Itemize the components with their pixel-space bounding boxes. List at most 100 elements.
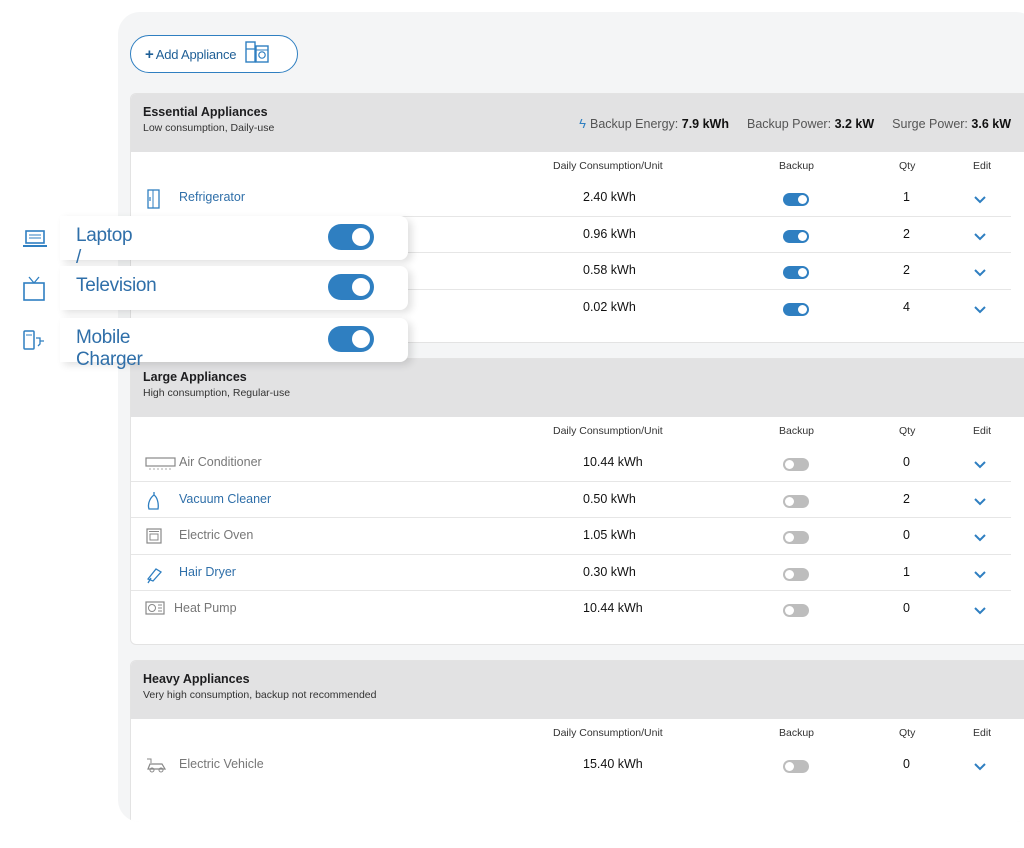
quantity: 0 — [903, 757, 910, 771]
daily-consumption: 10.44 kWh — [583, 601, 643, 615]
col-qty: Qty — [899, 727, 916, 739]
table-row: Air Conditioner 10.44 kWh 0 — [131, 445, 1011, 482]
air-conditioner-icon — [145, 454, 177, 472]
backup-toggle[interactable] — [783, 604, 809, 617]
quantity: 1 — [903, 564, 910, 579]
chevron-down-icon[interactable] — [974, 493, 986, 511]
plus-icon: + — [145, 45, 154, 63]
chevron-down-icon[interactable] — [974, 758, 986, 776]
surge-power: Surge Power: 3.6 kW — [892, 116, 1011, 131]
appliance-name[interactable]: Heat Pump — [174, 601, 237, 615]
chevron-down-icon[interactable] — [974, 264, 986, 282]
table-row: Electric Vehicle 15.40 kWh 0 — [131, 747, 1011, 784]
backup-energy: ϟ Backup Energy: 7.9 kWh — [579, 116, 729, 131]
section-title: Heavy Appliances — [143, 672, 250, 686]
laptop-icon — [22, 226, 47, 250]
column-headers: Daily Consumption/Unit Backup Qty Edit — [131, 719, 1024, 747]
popout-label[interactable]: Mobile Charger — [76, 327, 143, 371]
column-headers: Daily Consumption/Unit Backup Qty Edit — [131, 152, 1024, 180]
vacuum-cleaner-icon — [145, 491, 163, 510]
quantity: 0 — [903, 455, 910, 469]
quantity: 0 — [903, 528, 910, 542]
backup-toggle[interactable] — [328, 224, 374, 250]
section-large: Large Appliances High consumption, Regul… — [130, 358, 1024, 645]
appliance-name[interactable]: Hair Dryer — [179, 565, 236, 579]
daily-consumption: 15.40 kWh — [583, 757, 643, 771]
backup-power: Backup Power: 3.2 kW — [747, 116, 875, 131]
quantity: 2 — [903, 263, 910, 277]
col-edit: Edit — [973, 425, 992, 437]
appliance-name[interactable]: Electric Vehicle — [179, 757, 264, 771]
backup-toggle[interactable] — [783, 494, 809, 508]
backup-toggle[interactable] — [328, 274, 374, 300]
electric-vehicle-icon — [145, 756, 169, 774]
add-appliance-button[interactable]: + Add Appliance — [130, 35, 298, 73]
backup-toggle[interactable] — [328, 326, 374, 352]
daily-consumption: 0.58 kWh — [583, 263, 636, 277]
table-row: Heat Pump 10.44 kWh 0 — [131, 591, 1011, 628]
hair-dryer-icon — [145, 564, 163, 583]
daily-consumption: 1.05 kWh — [583, 528, 636, 542]
chevron-down-icon[interactable] — [974, 566, 986, 584]
add-appliance-label: Add Appliance — [155, 46, 237, 62]
daily-consumption: 2.40 kWh — [583, 190, 636, 204]
section-header: Large Appliances High consumption, Regul… — [131, 359, 1024, 417]
appliance-name[interactable]: Electric Oven — [179, 528, 253, 542]
col-backup: Backup — [779, 160, 815, 172]
chevron-down-icon[interactable] — [974, 301, 986, 319]
chevron-down-icon[interactable] — [974, 456, 986, 474]
daily-consumption: 10.44 kWh — [583, 455, 643, 469]
lightning-icon: ϟ — [579, 116, 587, 131]
col-daily: Daily Consumption/Unit — [553, 425, 663, 437]
column-headers: Daily Consumption/Unit Backup Qty Edit — [131, 417, 1024, 445]
backup-toggle[interactable] — [783, 229, 809, 243]
appliance-group-icon — [244, 40, 270, 69]
col-daily: Daily Consumption/Unit — [553, 727, 663, 739]
backup-toggle[interactable] — [783, 567, 809, 581]
electric-oven-icon — [145, 527, 163, 545]
table-row: Electric Oven 1.05 kWh 0 — [131, 518, 1011, 555]
section-title: Large Appliances — [143, 370, 247, 384]
appliance-name[interactable]: Refrigerator — [179, 190, 245, 204]
col-edit: Edit — [973, 160, 992, 172]
chevron-down-icon[interactable] — [974, 529, 986, 547]
section-subtitle: High consumption, Regular-use — [143, 387, 291, 399]
backup-stats: ϟ Backup Energy: 7.9 kWh Backup Power: 3.… — [579, 116, 1011, 131]
quantity: 4 — [903, 299, 910, 314]
table-row: Refrigerator 2.40 kWh 1 — [131, 180, 1011, 217]
col-backup: Backup — [779, 425, 815, 437]
quantity: 2 — [903, 226, 910, 241]
television-icon — [22, 276, 46, 301]
daily-consumption: 0.96 kWh — [583, 226, 636, 241]
backup-toggle[interactable] — [783, 531, 809, 544]
backup-toggle[interactable] — [783, 760, 809, 773]
col-edit: Edit — [973, 727, 992, 739]
mobile-charger-icon — [22, 328, 46, 352]
col-qty: Qty — [899, 425, 916, 437]
section-subtitle: Very high consumption, backup not recomm… — [143, 689, 377, 701]
appliance-name[interactable]: Vacuum Cleaner — [179, 492, 271, 506]
table-row: Hair Dryer 0.30 kWh 1 — [131, 555, 1011, 591]
refrigerator-icon — [145, 189, 163, 209]
daily-consumption: 0.50 kWh — [583, 491, 636, 506]
chevron-down-icon[interactable] — [974, 228, 986, 246]
table-row: Vacuum Cleaner 0.50 kWh 2 — [131, 482, 1011, 518]
col-daily: Daily Consumption/Unit — [553, 160, 663, 172]
section-header: Heavy Appliances Very high consumption, … — [131, 661, 1024, 719]
backup-toggle[interactable] — [783, 266, 809, 279]
daily-consumption: 0.30 kWh — [583, 564, 636, 579]
heat-pump-icon — [145, 600, 165, 618]
backup-toggle[interactable] — [783, 458, 809, 471]
quantity: 2 — [903, 491, 910, 506]
daily-consumption: 0.02 kWh — [583, 299, 636, 314]
backup-toggle[interactable] — [783, 193, 809, 206]
col-backup: Backup — [779, 727, 815, 739]
chevron-down-icon[interactable] — [974, 602, 986, 620]
popout-label[interactable]: Television — [76, 275, 157, 297]
col-qty: Qty — [899, 160, 916, 172]
appliance-card: + Add Appliance Essential Appliances Low… — [118, 12, 1024, 822]
chevron-down-icon[interactable] — [974, 191, 986, 209]
appliance-name[interactable]: Air Conditioner — [179, 455, 262, 469]
backup-toggle[interactable] — [783, 302, 809, 316]
quantity: 0 — [903, 601, 910, 615]
